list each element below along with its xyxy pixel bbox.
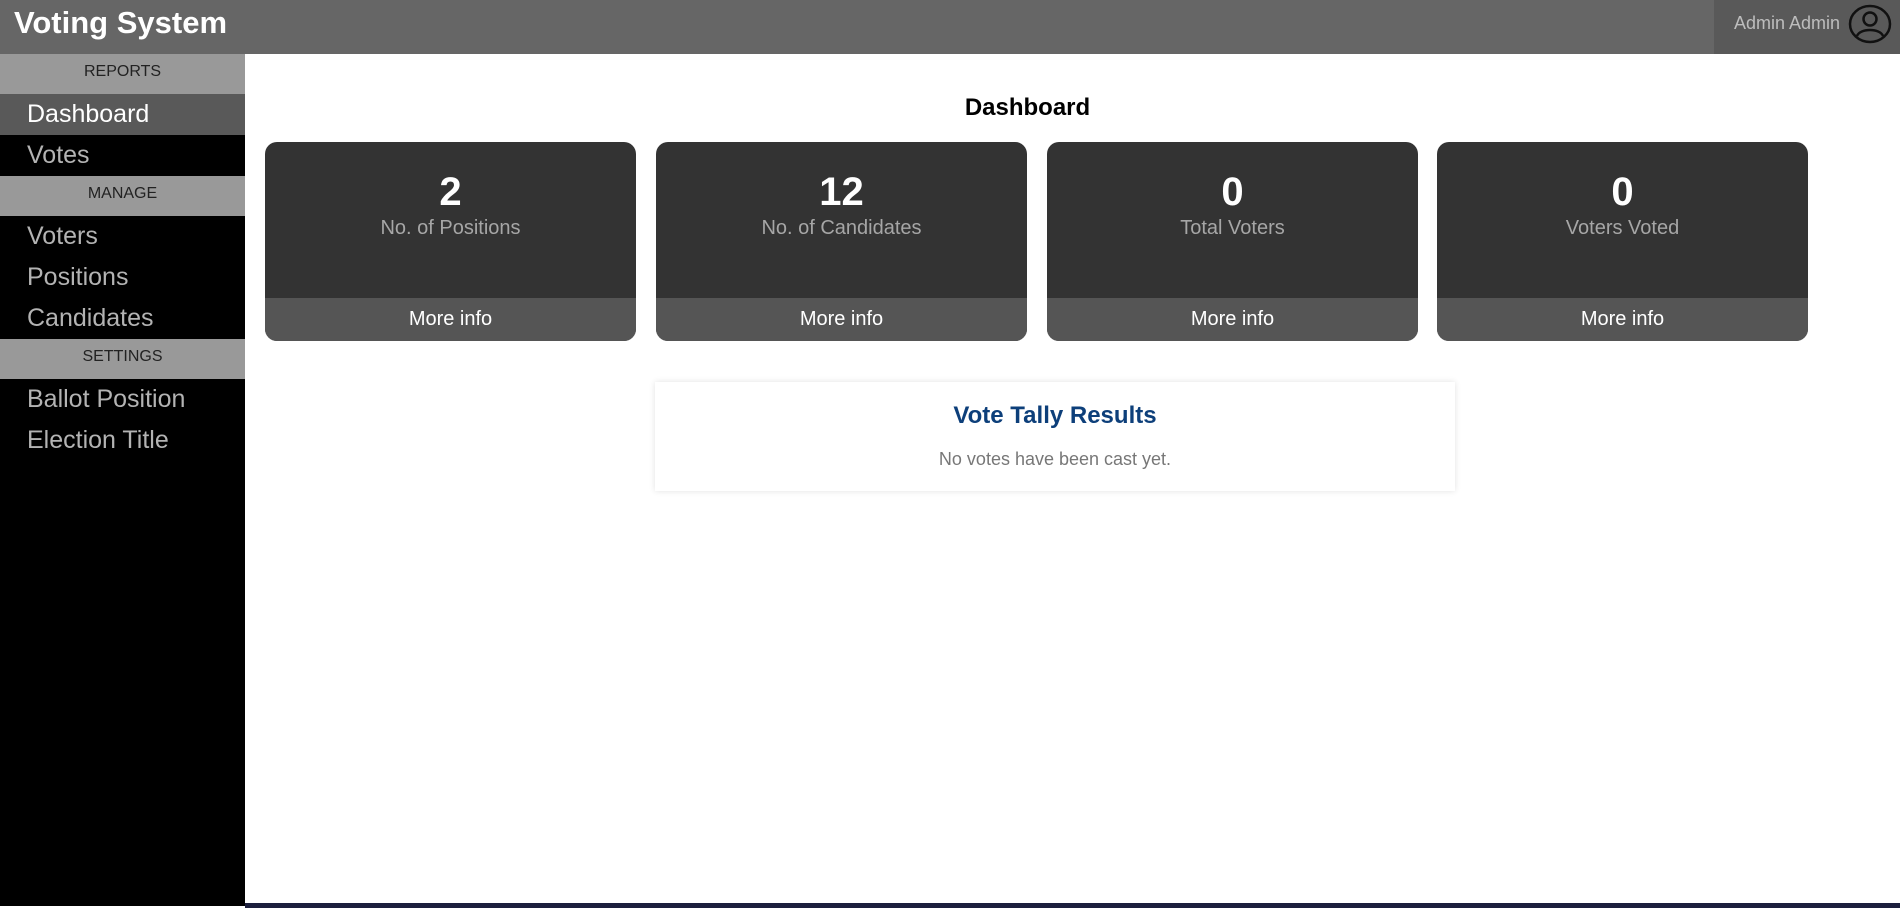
stat-value: 2 xyxy=(439,170,462,214)
sidebar-item-election-title[interactable]: Election Title xyxy=(0,420,245,461)
sidebar-header-settings: SETTINGS xyxy=(0,339,245,379)
sidebar-item-ballot-position[interactable]: Ballot Position xyxy=(0,379,245,420)
stat-value: 0 xyxy=(1611,170,1634,214)
top-navbar: Voting System Admin Admin xyxy=(0,0,1900,54)
app-title: Voting System xyxy=(14,5,228,40)
sidebar-header-reports: REPORTS xyxy=(0,54,245,94)
more-info-link[interactable]: More info xyxy=(1047,298,1418,341)
sidebar-item-dashboard[interactable]: Dashboard xyxy=(0,94,245,135)
vote-tally-message: No votes have been cast yet. xyxy=(938,449,1172,469)
more-info-link[interactable]: More info xyxy=(656,298,1027,341)
stat-label: No. of Positions xyxy=(380,217,521,239)
sidebar-item-votes[interactable]: Votes xyxy=(0,135,245,176)
bottom-border xyxy=(245,903,1900,908)
stat-card-total-voters: 0 Total Voters More info xyxy=(1047,142,1418,341)
user-menu[interactable]: Admin Admin xyxy=(1714,0,1900,54)
user-name: Admin Admin xyxy=(1734,13,1841,33)
vote-tally-title: Vote Tally Results xyxy=(953,402,1157,429)
sidebar: REPORTS Dashboard Votes MANAGE Voters Po… xyxy=(0,54,245,906)
sidebar-item-candidates[interactable]: Candidates xyxy=(0,298,245,339)
stat-label: Voters Voted xyxy=(1565,217,1680,239)
stat-card-voters-voted: 0 Voters Voted More info xyxy=(1437,142,1808,341)
page-title: Dashboard xyxy=(964,94,1091,121)
vote-tally-panel: Vote Tally Results No votes have been ca… xyxy=(655,382,1455,491)
stat-label: No. of Candidates xyxy=(761,217,922,239)
stat-card-positions: 2 No. of Positions More info xyxy=(265,142,636,341)
more-info-link[interactable]: More info xyxy=(1437,298,1808,341)
sidebar-header-manage: MANAGE xyxy=(0,176,245,216)
stat-label: Total Voters xyxy=(1180,217,1285,239)
stat-card-candidates: 12 No. of Candidates More info xyxy=(656,142,1027,341)
user-circle-icon[interactable] xyxy=(1848,4,1892,44)
stat-value: 12 xyxy=(819,170,864,214)
sidebar-item-positions[interactable]: Positions xyxy=(0,257,245,298)
sidebar-item-voters[interactable]: Voters xyxy=(0,216,245,257)
stat-value: 0 xyxy=(1221,170,1244,214)
more-info-link[interactable]: More info xyxy=(265,298,636,341)
